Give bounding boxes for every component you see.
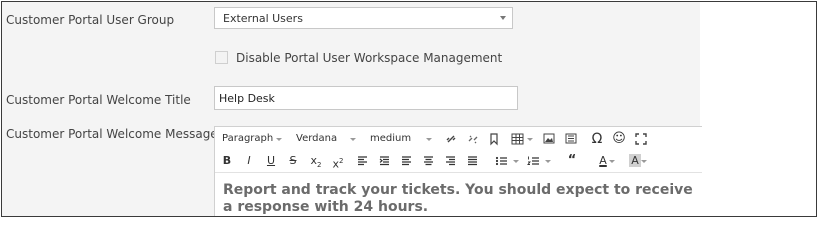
editor-toolbar-row-1: Paragraph Verdana medium Ω ☺ [215, 129, 702, 149]
superscript-icon[interactable]: x2 [330, 151, 346, 171]
bold-icon[interactable]: B [220, 151, 234, 171]
user-group-value: External Users [223, 12, 303, 25]
numbered-list-icon[interactable] [527, 151, 551, 171]
font-color-icon[interactable]: A [591, 151, 615, 171]
table-icon[interactable] [511, 129, 533, 149]
omega-icon[interactable]: Ω [589, 129, 605, 149]
smiley-icon[interactable]: ☺ [611, 129, 627, 149]
link-icon[interactable] [445, 129, 461, 149]
unlink-icon[interactable] [467, 129, 483, 149]
font-family-value: Verdana [296, 133, 338, 144]
fullscreen-icon[interactable] [635, 129, 649, 149]
welcome-message-label: Customer Portal Welcome Message [6, 127, 218, 141]
align-right-icon[interactable] [445, 151, 459, 171]
align-center-icon[interactable] [423, 151, 437, 171]
welcome-title-label: Customer Portal Welcome Title [6, 93, 191, 107]
format-dropdown[interactable]: Paragraph [222, 129, 282, 149]
editor-content[interactable]: Report and track your tickets. You shoul… [223, 182, 693, 216]
user-group-select[interactable]: External Users [214, 7, 513, 29]
chevron-down-icon [500, 16, 506, 20]
italic-icon[interactable]: I [242, 151, 256, 171]
font-size-dropdown[interactable]: medium [370, 129, 432, 149]
welcome-message-editor[interactable]: Paragraph Verdana medium Ω ☺ B I U S x2 … [214, 126, 702, 216]
welcome-title-input[interactable]: Help Desk [214, 86, 518, 110]
subscript-icon[interactable]: x2 [308, 151, 324, 171]
underline-icon[interactable]: U [264, 151, 278, 171]
font-family-dropdown[interactable]: Verdana [296, 129, 356, 149]
background-color-icon[interactable]: A [623, 151, 647, 171]
bullet-list-icon[interactable] [495, 151, 519, 171]
align-left-icon[interactable] [357, 151, 371, 171]
align-center-left-icon[interactable] [401, 151, 415, 171]
indent-icon[interactable] [379, 151, 393, 171]
justify-icon[interactable] [467, 151, 481, 171]
disable-workspace-label: Disable Portal User Workspace Management [236, 51, 503, 65]
blockquote-icon[interactable]: “ [565, 151, 579, 171]
bookmark-icon[interactable] [489, 129, 503, 149]
toolbar-divider [215, 172, 702, 173]
font-size-value: medium [370, 133, 412, 144]
media-icon[interactable] [565, 129, 579, 149]
settings-frame: Customer Portal User Group External User… [1, 1, 817, 217]
image-icon[interactable] [543, 129, 557, 149]
editor-toolbar-row-2: B I U S x2 x2 “ A A [215, 151, 702, 171]
disable-workspace-checkbox[interactable] [215, 51, 228, 64]
format-dropdown-value: Paragraph [222, 133, 274, 144]
strikethrough-icon[interactable]: S [286, 151, 300, 171]
user-group-label: Customer Portal User Group [6, 13, 175, 27]
